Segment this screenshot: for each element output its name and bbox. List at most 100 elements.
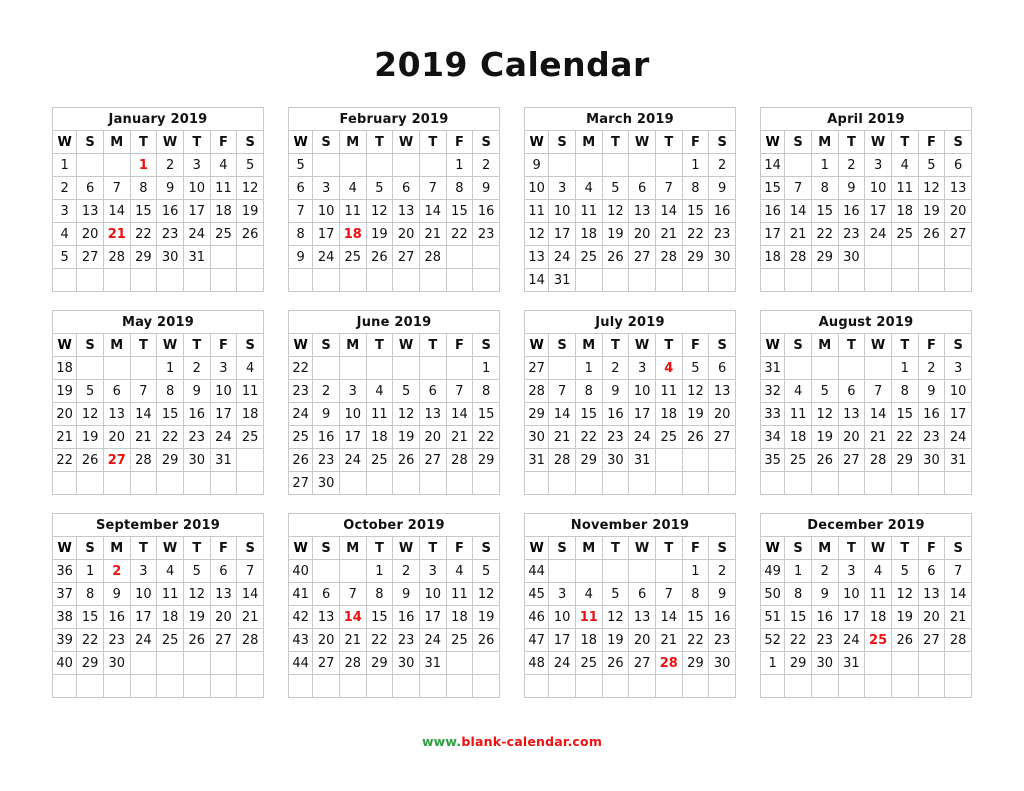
day-cell[interactable]: 2 xyxy=(312,379,340,403)
day-cell[interactable]: 18 xyxy=(365,425,394,449)
day-cell[interactable]: 23 xyxy=(810,628,839,652)
day-cell[interactable]: 7 xyxy=(418,176,447,200)
day-cell[interactable]: 13 xyxy=(628,199,656,223)
day-cell[interactable]: 17 xyxy=(548,628,576,652)
day-cell[interactable]: 11 xyxy=(338,199,367,223)
day-cell[interactable]: 28 xyxy=(418,245,447,269)
day-cell[interactable]: 18 xyxy=(236,402,264,426)
day-cell[interactable]: 2 xyxy=(472,153,500,177)
day-cell[interactable]: 2 xyxy=(392,559,420,583)
day-cell[interactable]: 2 xyxy=(917,356,946,380)
holiday-day-cell[interactable]: 27 xyxy=(102,448,131,472)
day-cell[interactable]: 13 xyxy=(628,605,656,629)
day-cell[interactable]: 3 xyxy=(209,356,238,380)
day-cell[interactable]: 10 xyxy=(338,402,367,426)
day-cell[interactable]: 13 xyxy=(392,199,420,223)
day-cell[interactable]: 7 xyxy=(338,582,367,606)
day-cell[interactable]: 18 xyxy=(784,425,812,449)
day-cell[interactable]: 31 xyxy=(944,448,972,472)
day-cell[interactable]: 11 xyxy=(574,199,603,223)
day-cell[interactable]: 30 xyxy=(312,471,340,495)
day-cell[interactable]: 10 xyxy=(837,582,866,606)
day-cell[interactable]: 2 xyxy=(708,559,736,583)
day-cell[interactable]: 14 xyxy=(654,199,683,223)
holiday-day-cell[interactable]: 28 xyxy=(654,651,683,675)
day-cell[interactable]: 23 xyxy=(102,628,131,652)
day-cell[interactable]: 12 xyxy=(392,402,420,426)
day-cell[interactable]: 7 xyxy=(864,379,892,403)
day-cell[interactable]: 2 xyxy=(601,356,630,380)
day-cell[interactable]: 19 xyxy=(236,199,264,223)
day-cell[interactable]: 12 xyxy=(601,605,630,629)
day-cell[interactable]: 16 xyxy=(708,199,736,223)
day-cell[interactable]: 3 xyxy=(312,176,340,200)
day-cell[interactable]: 29 xyxy=(365,651,394,675)
day-cell[interactable]: 30 xyxy=(810,651,839,675)
day-cell[interactable]: 22 xyxy=(681,628,710,652)
day-cell[interactable]: 27 xyxy=(628,245,656,269)
day-cell[interactable]: 28 xyxy=(548,448,576,472)
day-cell[interactable]: 27 xyxy=(392,245,420,269)
day-cell[interactable]: 14 xyxy=(445,402,474,426)
day-cell[interactable]: 6 xyxy=(209,559,238,583)
day-cell[interactable]: 29 xyxy=(784,651,812,675)
day-cell[interactable]: 26 xyxy=(810,448,839,472)
day-cell[interactable]: 16 xyxy=(312,425,340,449)
day-cell[interactable]: 8 xyxy=(472,379,500,403)
day-cell[interactable]: 11 xyxy=(236,379,264,403)
day-cell[interactable]: 29 xyxy=(156,448,184,472)
day-cell[interactable]: 9 xyxy=(472,176,500,200)
day-cell[interactable]: 17 xyxy=(837,605,866,629)
day-cell[interactable]: 25 xyxy=(574,651,603,675)
day-cell[interactable]: 30 xyxy=(392,651,420,675)
holiday-day-cell[interactable]: 2 xyxy=(102,559,131,583)
day-cell[interactable]: 28 xyxy=(944,628,972,652)
day-cell[interactable]: 11 xyxy=(156,582,184,606)
day-cell[interactable]: 25 xyxy=(156,628,184,652)
day-cell[interactable]: 20 xyxy=(837,425,866,449)
day-cell[interactable]: 17 xyxy=(418,605,447,629)
day-cell[interactable]: 21 xyxy=(236,605,264,629)
day-cell[interactable]: 25 xyxy=(784,448,812,472)
day-cell[interactable]: 20 xyxy=(917,605,946,629)
day-cell[interactable]: 17 xyxy=(944,402,972,426)
day-cell[interactable]: 19 xyxy=(601,222,630,246)
day-cell[interactable]: 22 xyxy=(681,222,710,246)
day-cell[interactable]: 6 xyxy=(837,379,866,403)
day-cell[interactable]: 4 xyxy=(209,153,238,177)
day-cell[interactable]: 14 xyxy=(102,199,131,223)
day-cell[interactable]: 26 xyxy=(236,222,264,246)
day-cell[interactable]: 6 xyxy=(708,356,736,380)
day-cell[interactable]: 26 xyxy=(601,245,630,269)
day-cell[interactable]: 3 xyxy=(418,559,447,583)
day-cell[interactable]: 12 xyxy=(890,582,919,606)
day-cell[interactable]: 1 xyxy=(810,153,839,177)
day-cell[interactable]: 10 xyxy=(944,379,972,403)
day-cell[interactable]: 17 xyxy=(312,222,340,246)
day-cell[interactable]: 4 xyxy=(156,559,184,583)
day-cell[interactable]: 11 xyxy=(784,402,812,426)
day-cell[interactable]: 17 xyxy=(209,402,238,426)
day-cell[interactable]: 18 xyxy=(654,402,683,426)
day-cell[interactable]: 29 xyxy=(681,651,710,675)
day-cell[interactable]: 26 xyxy=(365,245,394,269)
day-cell[interactable]: 15 xyxy=(472,402,500,426)
day-cell[interactable]: 19 xyxy=(392,425,420,449)
day-cell[interactable]: 22 xyxy=(890,425,919,449)
day-cell[interactable]: 7 xyxy=(654,176,683,200)
day-cell[interactable]: 6 xyxy=(76,176,104,200)
holiday-day-cell[interactable]: 14 xyxy=(338,605,367,629)
day-cell[interactable]: 3 xyxy=(864,153,892,177)
day-cell[interactable]: 26 xyxy=(890,628,919,652)
day-cell[interactable]: 17 xyxy=(129,605,158,629)
day-cell[interactable]: 27 xyxy=(312,651,340,675)
day-cell[interactable]: 24 xyxy=(182,222,211,246)
day-cell[interactable]: 5 xyxy=(392,379,420,403)
holiday-day-cell[interactable]: 11 xyxy=(574,605,603,629)
day-cell[interactable]: 23 xyxy=(312,448,340,472)
day-cell[interactable]: 22 xyxy=(365,628,394,652)
day-cell[interactable]: 8 xyxy=(156,379,184,403)
day-cell[interactable]: 28 xyxy=(236,628,264,652)
day-cell[interactable]: 6 xyxy=(312,582,340,606)
day-cell[interactable]: 19 xyxy=(890,605,919,629)
